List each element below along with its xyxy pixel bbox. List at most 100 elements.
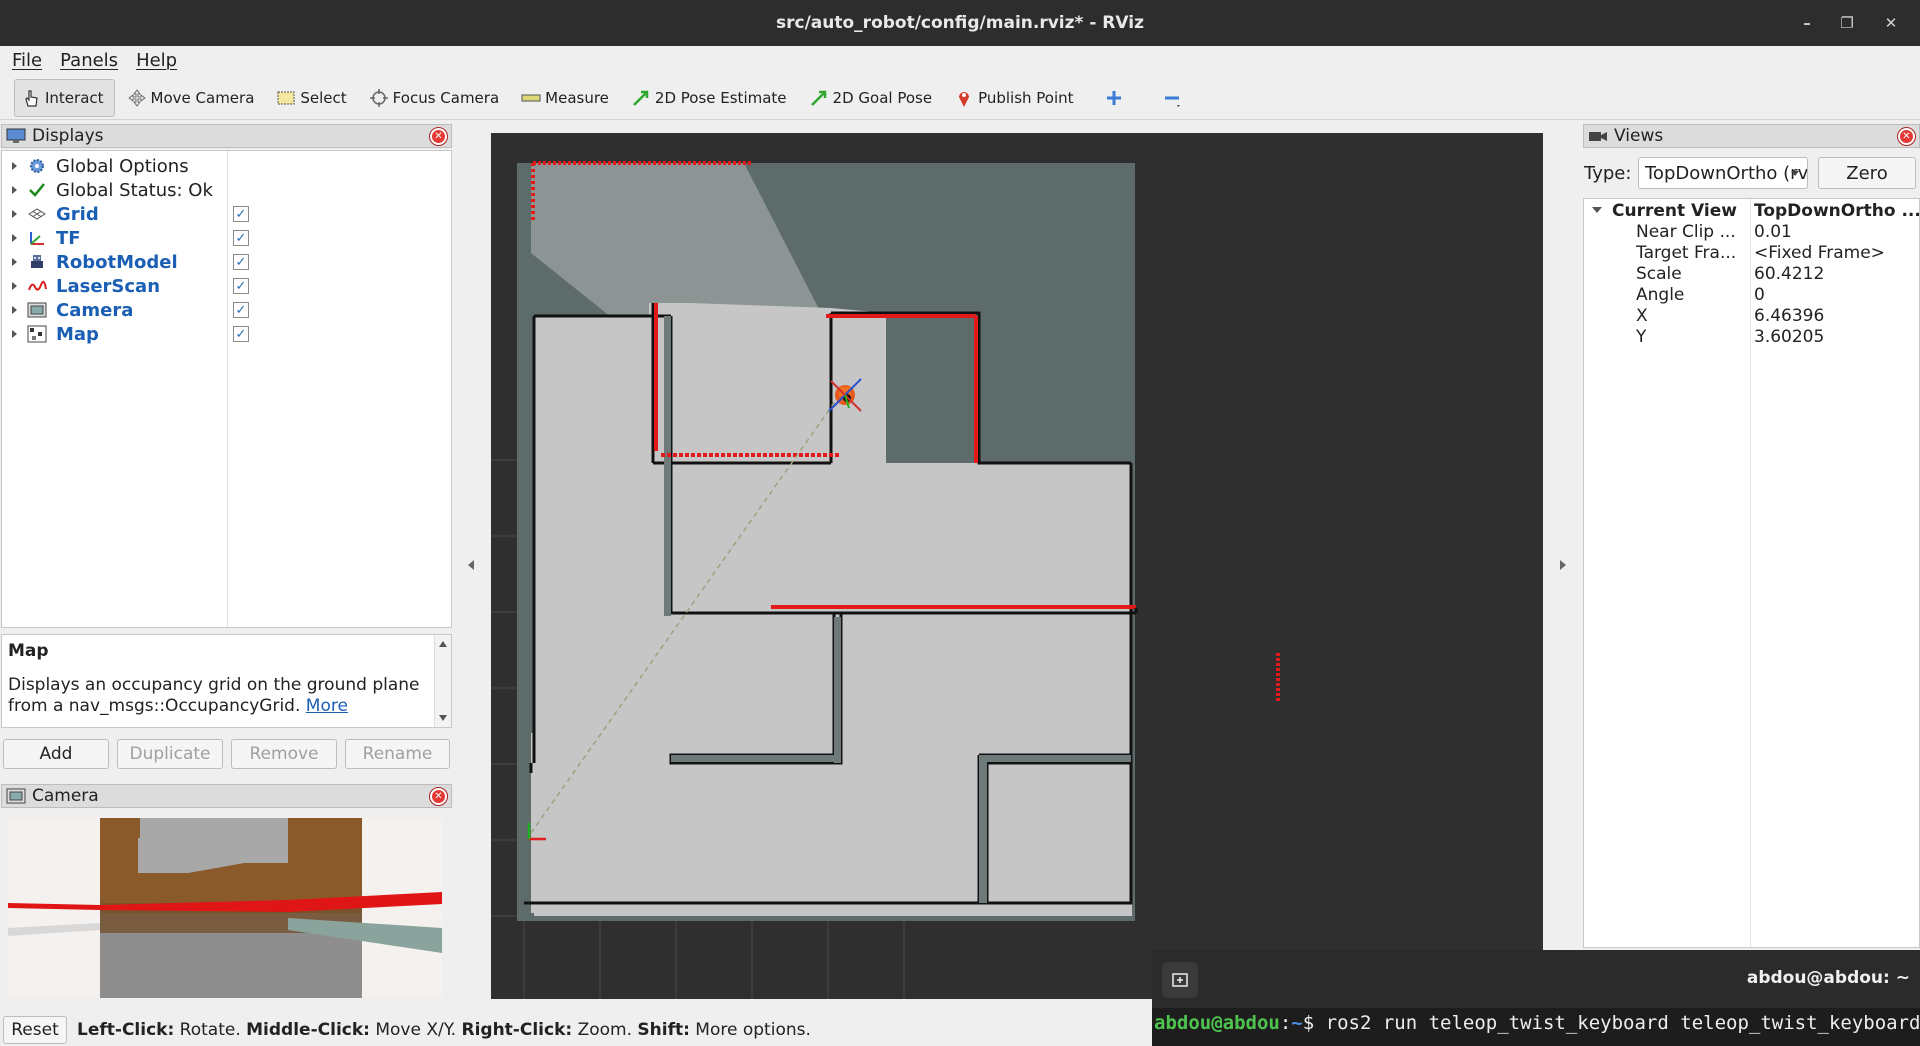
description-scrollbar[interactable] (434, 635, 451, 727)
current-view-row[interactable]: Current View TopDownOrtho ... (1584, 201, 1919, 222)
expand-arrow-icon[interactable] (12, 186, 17, 194)
prop-row-x[interactable]: X 6.46396 (1584, 306, 1919, 327)
camera-close-icon[interactable]: ✕ (429, 787, 448, 806)
menu-file[interactable]: File (6, 50, 48, 71)
display-item-grid[interactable]: Grid ✓ (2, 202, 451, 226)
expand-arrow-icon[interactable] (12, 162, 17, 170)
prop-value[interactable]: 3.60205 (1754, 327, 1919, 347)
prop-row-angle[interactable]: Angle 0 (1584, 285, 1919, 306)
add-tool-button[interactable] (1098, 79, 1138, 117)
display-enabled-checkbox[interactable]: ✓ (233, 302, 249, 318)
goal-pose-tool-button[interactable]: 2D Goal Pose (803, 79, 943, 117)
publish-point-tool-button[interactable]: Publish Point (948, 79, 1083, 117)
status-hint: Left-Click: Rotate. Middle-Click: Move X… (77, 1020, 811, 1040)
menu-panels[interactable]: Panels (54, 50, 124, 71)
display-item-global-status[interactable]: Global Status: Ok (2, 178, 451, 202)
view-type-select[interactable]: TopDownOrtho (rviz_default_plugins) (1638, 157, 1808, 189)
display-enabled-checkbox[interactable]: ✓ (233, 230, 249, 246)
measure-tool-label: Measure (545, 88, 609, 107)
duplicate-display-button[interactable]: Duplicate (117, 739, 223, 769)
occupancy-map[interactable] (491, 133, 1543, 999)
collapse-right-icon[interactable] (1560, 560, 1566, 570)
render-view[interactable] (491, 133, 1543, 999)
description-title: Map (8, 641, 49, 661)
prop-key: Scale (1636, 264, 1682, 284)
robot-icon (31, 255, 43, 268)
prop-row-target-frame[interactable]: Target Fra... <Fixed Frame> (1584, 243, 1919, 264)
expand-arrow-icon[interactable] (12, 210, 17, 218)
prop-value[interactable]: <Fixed Frame> (1754, 243, 1919, 263)
add-display-button[interactable]: Add (3, 739, 109, 769)
display-item-label: Global Status: Ok (56, 179, 213, 201)
interact-tool-button[interactable]: Interact (14, 78, 115, 117)
collapse-left-icon[interactable] (468, 560, 474, 570)
display-item-laserscan[interactable]: LaserScan ✓ (2, 274, 451, 298)
terminal-window[interactable]: abdou@abdou: ~ abdou@abdou:~$ ros2 run t… (1152, 950, 1920, 1046)
remove-tool-button[interactable] (1156, 79, 1196, 117)
collapse-arrow-icon[interactable] (1592, 207, 1602, 213)
display-item-label: Global Options (56, 155, 189, 177)
expand-arrow-icon[interactable] (12, 234, 17, 242)
display-item-label: LaserScan (56, 275, 161, 297)
close-window-icon[interactable]: ✕ (1872, 0, 1910, 46)
focus-camera-tool-button[interactable]: Focus Camera (363, 79, 509, 117)
terminal-header: abdou@abdou: ~ (1152, 950, 1920, 1008)
minimize-icon[interactable]: – (1788, 0, 1826, 46)
view-type-label: Type: (1584, 163, 1632, 184)
display-item-tf[interactable]: TF ✓ (2, 226, 451, 250)
focus-camera-tool-label: Focus Camera (392, 88, 500, 107)
displays-panel-header: Displays ✕ (1, 124, 452, 148)
display-enabled-checkbox[interactable]: ✓ (233, 278, 249, 294)
prop-row-near-clip[interactable]: Near Clip ... 0.01 (1584, 222, 1919, 243)
focus-camera-icon (369, 88, 388, 107)
pose-estimate-tool-button[interactable]: 2D Pose Estimate (625, 79, 797, 117)
axes-icon (30, 232, 44, 245)
expand-arrow-icon[interactable] (12, 306, 17, 314)
display-enabled-checkbox[interactable]: ✓ (233, 254, 249, 270)
display-item-map[interactable]: Map ✓ (2, 322, 451, 346)
prop-value[interactable]: 0 (1754, 285, 1919, 305)
rename-display-button[interactable]: Rename (345, 739, 450, 769)
expand-arrow-icon[interactable] (12, 330, 17, 338)
prop-value[interactable]: 0.01 (1754, 222, 1919, 242)
pose-estimate-tool-label: 2D Pose Estimate (654, 88, 787, 107)
prop-value[interactable]: 6.46396 (1754, 306, 1919, 326)
display-item-camera[interactable]: Camera ✓ (2, 298, 451, 322)
expand-arrow-icon[interactable] (12, 282, 17, 290)
menu-help[interactable]: Help (130, 50, 183, 71)
camera-icon (6, 788, 26, 804)
remove-display-button[interactable]: Remove (231, 739, 337, 769)
prop-row-y[interactable]: Y 3.60205 (1584, 327, 1919, 348)
displays-close-icon[interactable]: ✕ (429, 127, 448, 146)
reset-button[interactable]: Reset (3, 1016, 67, 1044)
prop-key: Angle (1636, 285, 1685, 305)
move-camera-tool-label: Move Camera (150, 88, 255, 107)
display-enabled-checkbox[interactable]: ✓ (233, 326, 249, 342)
terminal-command-line[interactable]: abdou@abdou:~$ ros2 run teleop_twist_key… (1154, 1012, 1920, 1034)
minus-icon (1164, 96, 1180, 107)
menu-bar: File Panels Help (0, 46, 1920, 74)
prop-value[interactable]: 60.4212 (1754, 264, 1919, 284)
expand-arrow-icon[interactable] (12, 258, 17, 266)
select-tool-button[interactable]: Select (270, 79, 356, 117)
select-tool-label: Select (300, 88, 347, 107)
display-item-label: Camera (56, 299, 134, 321)
display-item-robotmodel[interactable]: RobotModel ✓ (2, 250, 451, 274)
window-titlebar: src/auto_robot/config/main.rviz* - RViz … (0, 0, 1920, 46)
display-enabled-checkbox[interactable]: ✓ (233, 206, 249, 222)
description-more-link[interactable]: More (306, 696, 348, 716)
move-camera-icon (127, 88, 146, 107)
prop-row-scale[interactable]: Scale 60.4212 (1584, 264, 1919, 285)
measure-tool-button[interactable]: Measure (515, 79, 619, 117)
new-tab-icon[interactable] (1162, 962, 1198, 998)
camera-scene (8, 818, 442, 998)
restore-icon[interactable]: ❐ (1828, 0, 1866, 46)
views-close-icon[interactable]: ✕ (1897, 127, 1916, 146)
display-item-label: TF (56, 227, 81, 249)
zero-button[interactable]: Zero (1818, 157, 1916, 189)
camera-image (8, 818, 442, 998)
move-camera-tool-button[interactable]: Move Camera (121, 79, 265, 117)
display-item-global-options[interactable]: Global Options (2, 154, 451, 178)
map-grid-icon (27, 325, 47, 343)
camera-panel-header: Camera ✕ (1, 784, 452, 808)
